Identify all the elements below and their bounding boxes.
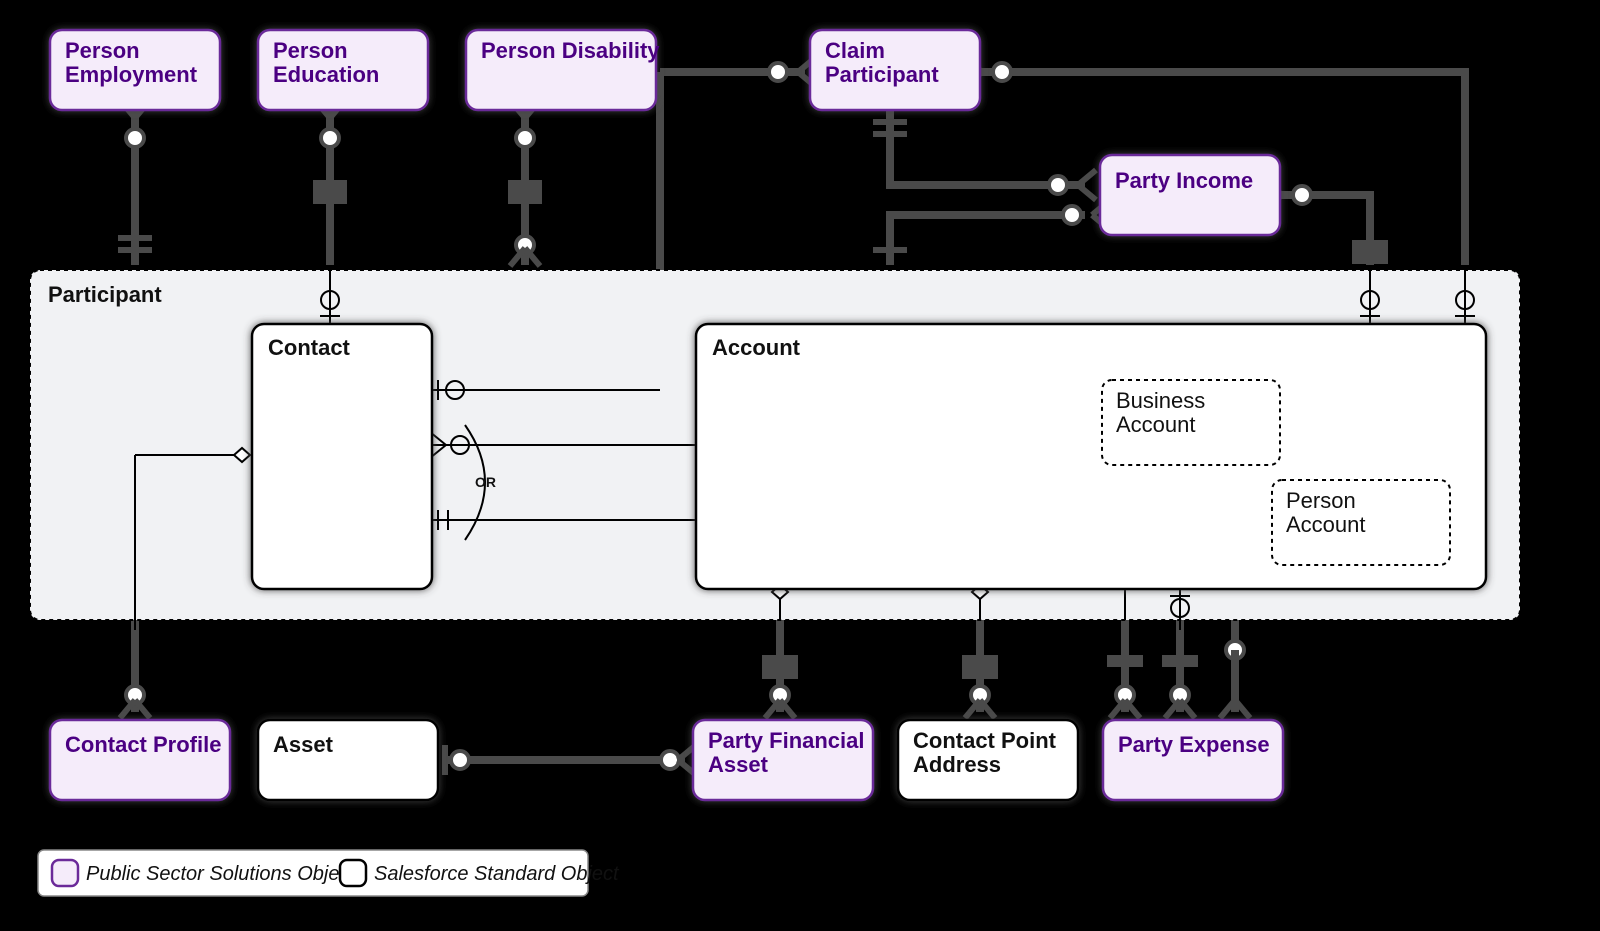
entity-asset: Asset (258, 720, 438, 800)
svg-text:BusinessAccount: BusinessAccount (1116, 388, 1205, 437)
svg-text:Asset: Asset (273, 732, 334, 757)
svg-text:Person Disability: Person Disability (481, 38, 660, 63)
entity-person-disability: Person Disability (466, 30, 660, 110)
entity-contact-profile: Contact Profile (50, 720, 230, 800)
erd-diagram: Participant OR PersonEmployment (0, 0, 1600, 931)
svg-text:PersonAccount: PersonAccount (1286, 488, 1366, 537)
svg-text:Party Income: Party Income (1115, 168, 1253, 193)
participant-label: Participant (48, 282, 162, 307)
entity-party-income: Party Income (1100, 155, 1280, 235)
legend-public-sector-label: Public Sector Solutions Object (86, 863, 356, 885)
svg-text:Contact: Contact (268, 335, 351, 360)
entity-account: Account (696, 324, 1486, 589)
legend-public-sector-icon (52, 860, 78, 886)
entity-person-employment: PersonEmployment Person Employment (50, 30, 278, 110)
svg-text:Contact Profile: Contact Profile (65, 732, 221, 757)
edge-claim-participant-party-income (890, 110, 1085, 185)
entity-contact-point-address: Contact PointAddress (898, 720, 1078, 800)
legend: Public Sector Solutions Object Salesforc… (38, 850, 620, 896)
entity-person-education: PersonEducation Person Education (258, 30, 460, 110)
legend-standard-icon (340, 860, 366, 886)
svg-text:Account: Account (712, 335, 801, 360)
svg-text:Party Expense: Party Expense (1118, 732, 1270, 757)
entity-party-expense: Party Expense (1103, 720, 1283, 800)
or-label: OR (475, 474, 496, 490)
legend-standard-label: Salesforce Standard Object (374, 863, 620, 885)
entity-contact: Contact (252, 324, 432, 589)
entity-party-financial-asset: Party FinancialAsset (693, 720, 873, 800)
